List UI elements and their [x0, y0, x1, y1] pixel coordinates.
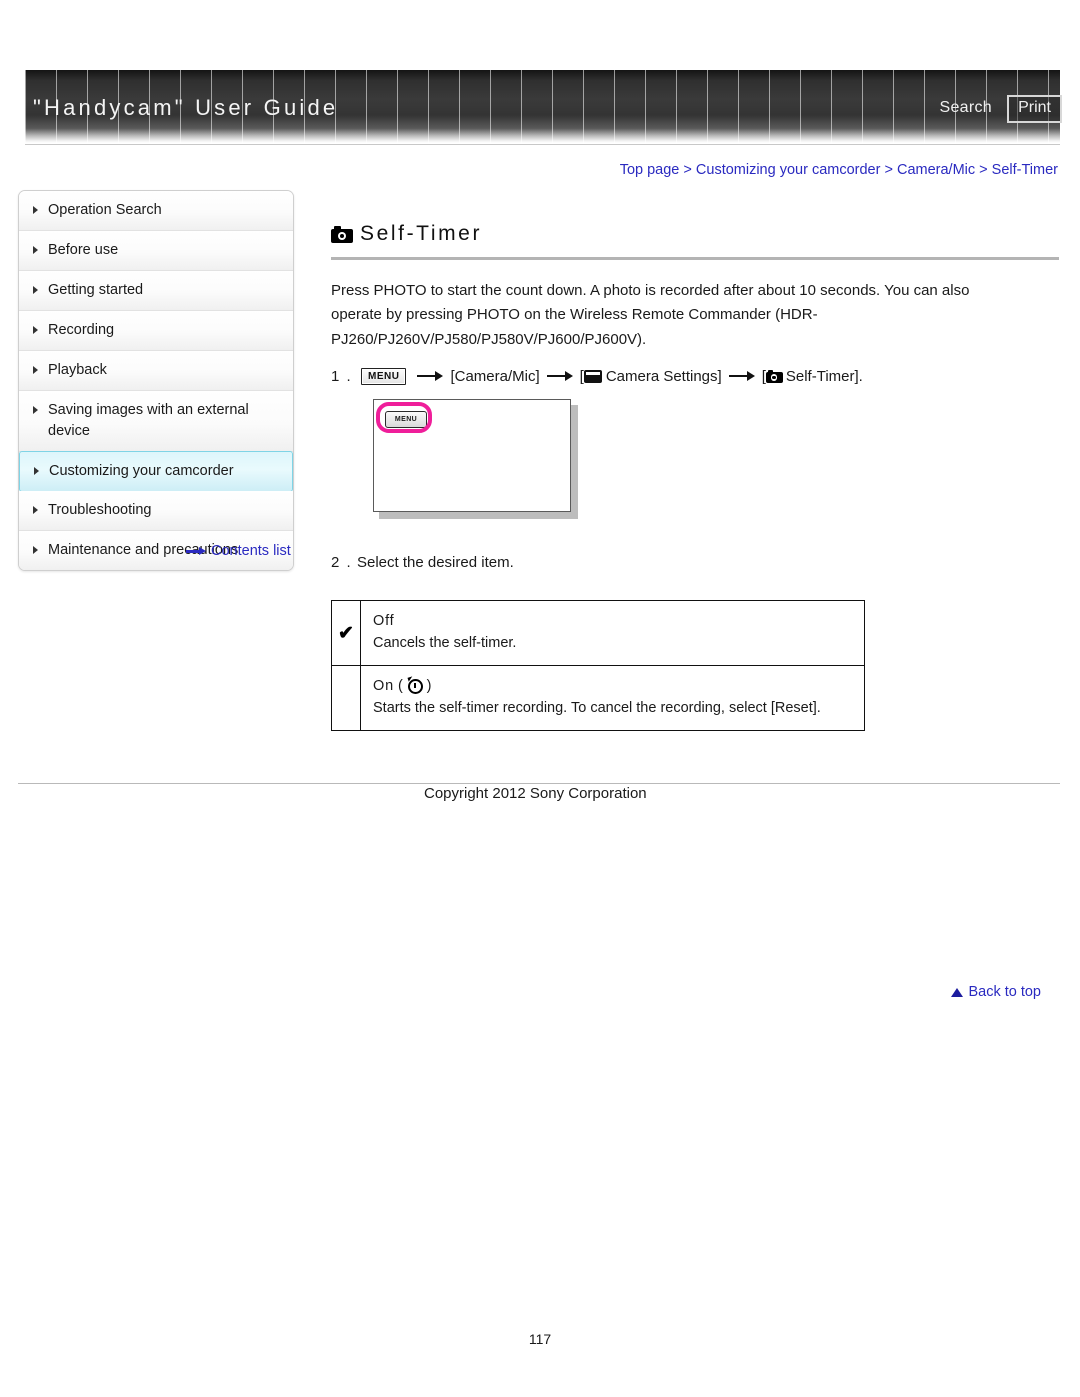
sidebar-item-label: Playback	[48, 362, 107, 379]
sidebar-item-label: Troubleshooting	[48, 502, 152, 519]
camera-icon	[765, 369, 783, 383]
option-name-row: Off	[373, 610, 854, 632]
chevron-right-icon	[33, 326, 38, 335]
chevron-right-icon	[33, 406, 38, 415]
contents-list-link[interactable]: Contents list	[186, 543, 291, 559]
sidebar-item-label: Recording	[48, 322, 115, 339]
option-checkmark	[331, 665, 361, 732]
option-description: Cancels the self-timer.	[373, 635, 517, 652]
option-description: Starts the self-timer recording. To canc…	[373, 700, 821, 717]
back-to-top-label: Back to top	[968, 984, 1041, 1000]
step-1-camera-settings: Camera Settings]	[605, 367, 722, 385]
table-row[interactable]: ✔ Off Cancels the self-timer.	[331, 599, 865, 667]
arrow-right-icon	[546, 371, 573, 382]
sidebar-item-getting-started[interactable]: Getting started	[19, 271, 293, 312]
option-name: On	[373, 678, 394, 695]
option-cell-on: On ( ) Starts the self-timer recording. …	[360, 665, 865, 732]
footer-divider	[18, 783, 1060, 784]
illustration-highlight-ring	[376, 401, 432, 433]
step-2-number: 2 .	[331, 554, 353, 571]
step-1-number: 1 .	[331, 367, 353, 385]
page-title: Self-Timer	[331, 222, 1061, 246]
table-row[interactable]: On ( ) Starts the self-timer recording. …	[331, 665, 865, 732]
header-underline	[25, 144, 1060, 145]
option-cell-off: Off Cancels the self-timer.	[360, 599, 865, 667]
print-button[interactable]: Print	[1007, 95, 1062, 124]
sidebar-item-troubleshooting[interactable]: Troubleshooting	[19, 491, 293, 532]
chevron-right-icon	[33, 246, 38, 255]
menu-screen-illustration: MENU	[373, 398, 578, 519]
triangle-up-icon	[951, 987, 964, 997]
option-name: Off	[373, 613, 395, 629]
breadcrumb-item-top-page[interactable]: Top page	[620, 162, 680, 178]
camera-settings-icon	[583, 369, 602, 383]
breadcrumb: Top page > Customizing your camcorder > …	[620, 162, 1058, 178]
step-1-camera-mic: [Camera/Mic]	[450, 367, 540, 385]
self-timer-icon	[407, 678, 423, 694]
copyright-text: Copyright 2012 Sony Corporation	[424, 785, 647, 802]
page-number: 117	[528, 1331, 552, 1347]
chevron-right-icon	[34, 467, 39, 476]
chevron-right-icon	[33, 366, 38, 375]
options-table: ✔ Off Cancels the self-timer. On ( ) Sta…	[331, 599, 865, 732]
breadcrumb-separator: >	[683, 162, 692, 178]
option-icon-paren-close: )	[426, 678, 433, 695]
sidebar-nav: Operation Search Before use Getting star…	[18, 190, 294, 572]
sidebar-item-label: Before use	[48, 242, 119, 259]
title-divider	[331, 257, 1059, 260]
step-2-text: Select the desired item.	[357, 554, 514, 571]
app-title: "Handycam" User Guide	[33, 95, 339, 120]
breadcrumb-item-self-timer[interactable]: Self-Timer	[992, 162, 1058, 178]
sidebar-item-label: Getting started	[48, 282, 144, 299]
breadcrumb-item-camera-mic[interactable]: Camera/Mic	[897, 162, 975, 178]
step-1-self-timer: Self-Timer].	[785, 367, 863, 385]
sidebar-item-operation-search[interactable]: Operation Search	[19, 191, 293, 232]
breadcrumb-separator: >	[884, 162, 893, 178]
sidebar-item-label: Saving images with an external device	[48, 402, 249, 440]
main-content: Self-Timer Press PHOTO to start the coun…	[331, 222, 1061, 1000]
breadcrumb-item-customizing-your-camcorder[interactable]: Customizing your camcorder	[696, 162, 881, 178]
search-button[interactable]: Search	[940, 99, 993, 117]
sidebar-item-customizing-your-camcorder[interactable]: Customizing your camcorder	[19, 451, 293, 493]
step-2: 2 . Select the desired item.	[331, 554, 514, 571]
sidebar-item-before-use[interactable]: Before use	[19, 231, 293, 272]
intro-paragraph: Press PHOTO to start the count down. A p…	[331, 282, 970, 348]
arrow-right-icon	[728, 371, 755, 382]
chevron-right-icon	[33, 546, 38, 555]
chevron-right-icon	[33, 506, 38, 515]
arrow-right-icon	[186, 546, 206, 556]
step-1: 1 . MENU [Camera/Mic] [ Camera Settings]…	[331, 367, 1061, 385]
option-name-row: On ( )	[373, 675, 854, 697]
sidebar-item-label: Operation Search	[48, 202, 162, 218]
contents-list-label: Contents list	[211, 543, 291, 559]
chevron-right-icon	[33, 206, 38, 214]
menu-button-chip: MENU	[361, 367, 407, 385]
option-icon-paren-open: (	[397, 678, 404, 695]
breadcrumb-separator: >	[979, 162, 988, 178]
sidebar-item-playback[interactable]: Playback	[19, 351, 293, 392]
camera-icon	[331, 225, 353, 243]
page-title-text: Self-Timer	[360, 222, 483, 245]
sidebar-item-saving-images-external-device[interactable]: Saving images with an external device	[19, 391, 293, 453]
option-checkmark: ✔	[331, 599, 361, 667]
sidebar-item-label: Customizing your camcorder	[49, 463, 234, 480]
chevron-right-icon	[33, 286, 38, 295]
arrow-right-icon	[417, 371, 444, 382]
back-to-top-link[interactable]: Back to top	[951, 984, 1041, 1000]
sidebar-item-recording[interactable]: Recording	[19, 311, 293, 352]
